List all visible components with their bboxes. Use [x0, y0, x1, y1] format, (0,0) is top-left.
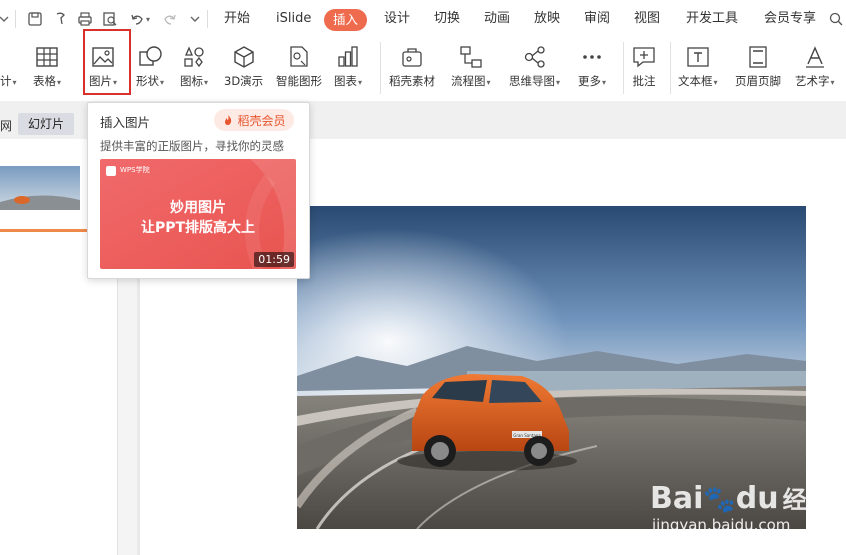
tab-animation[interactable]: 动画 — [484, 0, 510, 38]
tab-developer[interactable]: 开发工具 — [686, 0, 738, 38]
chart-label: 图表 — [334, 74, 357, 88]
ribbon-divider — [380, 42, 381, 94]
ribbon-cut-caret[interactable]: 计▾ — [0, 73, 17, 89]
icon-button[interactable]: 图标▾ — [180, 44, 208, 94]
thumb-title-line2: 让PPT排版高大上 — [140, 220, 256, 236]
tab-home[interactable]: 开始 — [224, 0, 250, 38]
tab-islide[interactable]: iSlide — [276, 0, 311, 38]
watermark-brand-a: Bai — [650, 481, 704, 516]
chart-button[interactable]: 图表▾ — [334, 44, 362, 94]
search-icon[interactable] — [826, 9, 846, 29]
material-label: 稻壳素材 — [389, 74, 435, 88]
bar-chart-icon — [338, 46, 358, 67]
print-icon[interactable] — [75, 9, 95, 29]
material-bag-icon — [402, 48, 422, 67]
tutorial-video-thumbnail[interactable]: WPS学院 妙用图片 让PPT排版高大上 01:59 — [100, 159, 296, 269]
chevron-down-icon[interactable] — [0, 9, 14, 29]
popover-description: 提供丰富的正版图片，寻找你的灵感 — [100, 139, 284, 153]
tab-design[interactable]: 设计 — [384, 0, 410, 38]
flowchart-button[interactable]: 流程图▾ — [451, 44, 491, 94]
more-label: 更多 — [578, 74, 601, 88]
customize-toolbar-icon[interactable] — [185, 9, 205, 29]
comment-icon — [633, 47, 655, 68]
tab-slideshow[interactable]: 放映 — [534, 0, 560, 38]
tab-insert[interactable]: 插入 — [324, 9, 368, 31]
slide-thumbnail[interactable] — [0, 160, 80, 219]
header-footer-icon — [749, 46, 767, 68]
divider — [207, 10, 208, 28]
icon-label: 图标 — [180, 74, 203, 88]
textbox-button[interactable]: 文本框▾ — [678, 44, 718, 94]
header-footer-label: 页眉页脚 — [735, 74, 781, 88]
icons-gallery-icon — [184, 46, 204, 68]
ribbon-divider — [670, 42, 671, 94]
divider — [15, 10, 16, 28]
table-icon — [36, 47, 58, 67]
table-label: 表格 — [33, 74, 56, 88]
watermark-brand-b: du — [735, 481, 779, 516]
comment-label: 批注 — [632, 74, 656, 88]
format-painter-icon[interactable] — [51, 9, 71, 29]
mindmap-icon — [524, 46, 545, 68]
header-footer-button[interactable]: 页眉页脚 — [735, 44, 781, 94]
thumb-title-line1: 妙用图片 — [170, 200, 226, 216]
textbox-icon — [687, 47, 709, 67]
tab-transition[interactable]: 切换 — [434, 0, 460, 38]
flame-icon — [225, 115, 232, 125]
save-icon[interactable] — [25, 9, 45, 29]
watermark-url: jingyan.baidu.com — [652, 516, 791, 534]
3d-model-label: 3D演示 — [224, 74, 264, 88]
picture-button-highlight — [83, 29, 131, 95]
watermark-brand-c: 经验 — [782, 486, 831, 514]
undo-icon[interactable] — [127, 9, 147, 29]
more-button[interactable]: 更多▾ — [578, 44, 606, 94]
shape-label: 形状 — [136, 74, 159, 88]
wordart-button[interactable]: 艺术字▾ — [795, 44, 835, 94]
member-badge-label: 稻壳会员 — [237, 113, 286, 128]
wordart-icon — [805, 46, 824, 68]
watermark-logo: Bai🐾du 经验 — [650, 481, 831, 516]
wordart-label: 艺术字 — [795, 74, 830, 88]
mindmap-button[interactable]: 思维导图▾ — [509, 44, 560, 94]
redo-icon[interactable] — [160, 9, 180, 29]
table-button[interactable]: 表格▾ — [33, 44, 61, 94]
popover-title: 插入图片 — [100, 115, 151, 130]
thumb-brand: WPS学院 — [120, 166, 150, 174]
tab-view[interactable]: 视图 — [634, 0, 660, 38]
print-preview-icon[interactable] — [100, 9, 120, 29]
undo-dropdown-caret[interactable]: ▾ — [146, 15, 150, 24]
wps-logo-icon — [106, 166, 116, 176]
textbox-label: 文本框 — [678, 74, 713, 88]
tab-review[interactable]: 审阅 — [584, 0, 610, 38]
comment-button[interactable]: 批注 — [631, 44, 657, 94]
ribbon-divider — [623, 42, 624, 94]
more-icon — [583, 55, 601, 59]
flowchart-icon — [460, 46, 482, 68]
member-badge[interactable]: 稻壳会员 — [214, 109, 294, 131]
smartart-label: 智能图形 — [276, 74, 322, 88]
tab-slides[interactable]: 幻灯片 — [18, 113, 74, 135]
cube-icon — [233, 46, 254, 68]
flowchart-label: 流程图 — [451, 74, 486, 88]
shape-icon — [139, 46, 162, 66]
tab-member[interactable]: 会员专享 — [764, 0, 816, 38]
shape-button[interactable]: 形状▾ — [136, 44, 164, 94]
tab-outline[interactable]: 网 — [0, 117, 12, 134]
video-duration: 01:59 — [254, 252, 294, 267]
smartart-button[interactable]: 智能图形 — [276, 44, 322, 94]
mindmap-label: 思维导图 — [509, 74, 555, 88]
material-button[interactable]: 稻壳素材 — [389, 44, 435, 94]
smartart-icon — [290, 46, 308, 67]
3d-model-button[interactable]: 3D演示 — [224, 44, 263, 94]
